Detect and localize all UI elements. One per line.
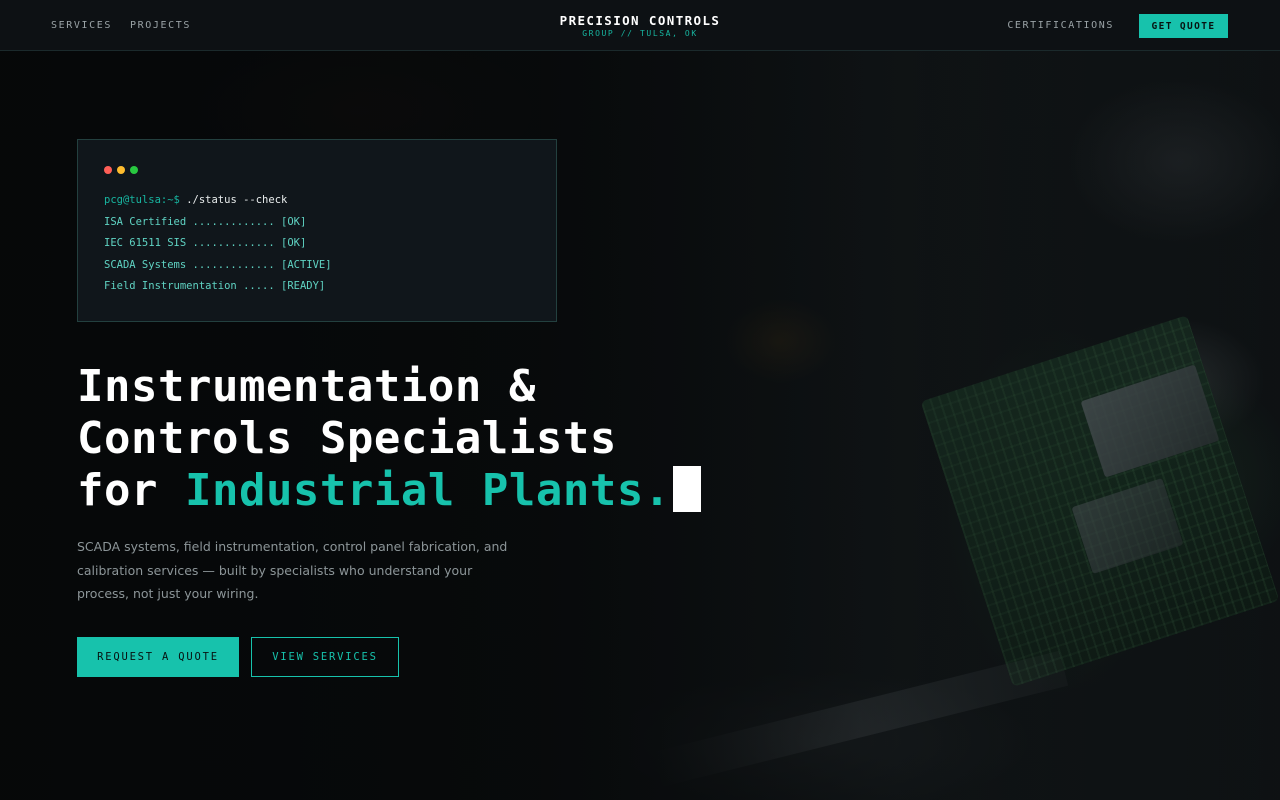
site-header: SERVICES PROJECTS PRECISION CONTROLS GRO… xyxy=(0,0,1280,51)
hero-description: SCADA systems, field instrumentation, co… xyxy=(77,539,508,601)
status-terminal: pcg@tulsa:~$ ./status --check ISA Certif… xyxy=(77,139,557,322)
headline-line-3-prefix: for xyxy=(77,465,185,516)
hero-headline: Instrumentation & Controls Specialists f… xyxy=(77,361,701,517)
terminal-status-line: SCADA Systems ............. [ACTIVE] xyxy=(104,258,332,271)
terminal-status-line: Field Instrumentation ..... [READY] xyxy=(104,280,326,293)
text-cursor-icon xyxy=(672,466,701,512)
view-services-button[interactable]: VIEW SERVICES xyxy=(251,637,399,677)
terminal-status-line: ISA Certified ............. [OK] xyxy=(104,215,307,228)
window-controls xyxy=(104,166,138,174)
minimize-dot-icon xyxy=(117,166,125,174)
terminal-command: ./status --check xyxy=(186,194,288,206)
headline-accent: Industrial Plants. xyxy=(184,465,671,516)
request-quote-button[interactable]: REQUEST A QUOTE xyxy=(77,637,239,677)
close-dot-icon xyxy=(104,166,112,174)
maximize-dot-icon xyxy=(130,166,138,174)
nav-link-certifications[interactable]: CERTIFICATIONS xyxy=(1007,20,1114,31)
terminal-prompt: pcg@tulsa:~$ xyxy=(104,194,180,206)
get-quote-button[interactable]: GET QUOTE xyxy=(1139,14,1228,38)
headline-line-1: Instrumentation & xyxy=(77,361,536,412)
terminal-output: pcg@tulsa:~$ ./status --check ISA Certif… xyxy=(104,190,332,298)
headline-line-2: Controls Specialists xyxy=(77,413,617,464)
terminal-command-line: pcg@tulsa:~$ ./status --check xyxy=(104,190,332,212)
terminal-status-line: IEC 61511 SIS ............. [OK] xyxy=(104,237,307,250)
